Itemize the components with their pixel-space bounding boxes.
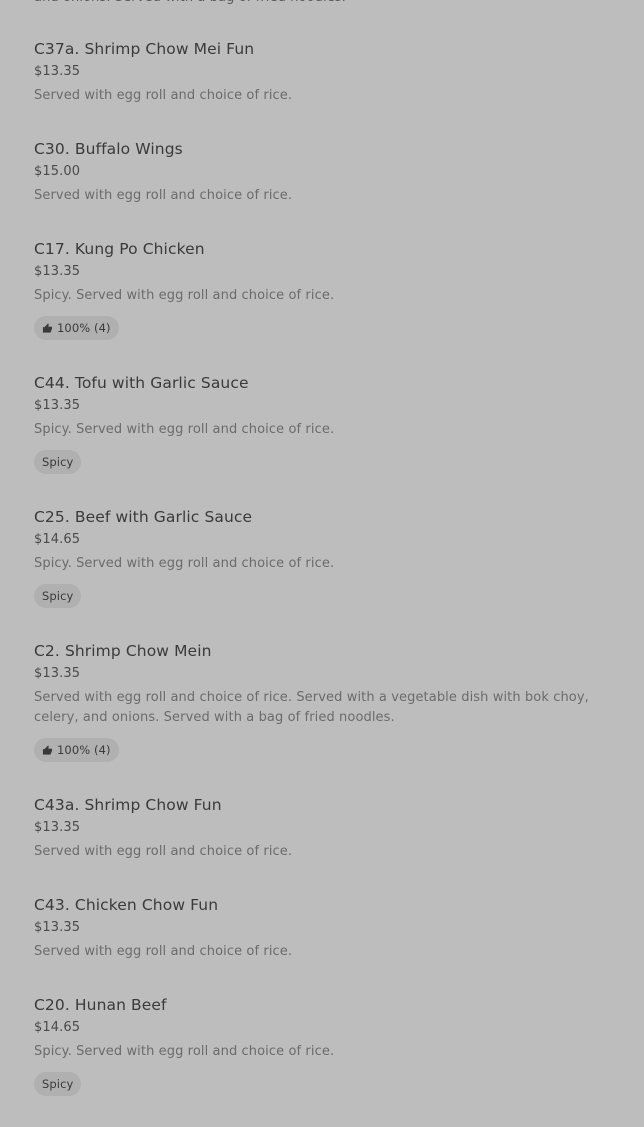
rating-badge: 100% (4)	[34, 738, 119, 762]
spicy-tag: Spicy	[34, 1072, 82, 1096]
item-name: C2. Shrimp Chow Mein	[34, 642, 212, 660]
item-name: C30. Buffalo Wings	[34, 140, 183, 158]
item-description: Spicy. Served with egg roll and choice o…	[34, 1044, 335, 1059]
menu-item-list: and onions. Served with a bag of fried n…	[34, 0, 614, 1127]
menu-item[interactable]: C20. Hunan Beef $14.65 Spicy. Served with …	[34, 993, 614, 1127]
badge-label: 100% (4)	[57, 321, 111, 335]
menu-item[interactable]: C2. Shrimp Chow Mein $13.35 Served with eg…	[34, 639, 614, 793]
item-price: $15.00	[34, 164, 81, 179]
item-description: Served with egg roll and choice of rice.	[34, 844, 293, 859]
item-description: Served with egg roll and choice of rice.	[34, 944, 293, 959]
thumbs-up-icon	[42, 322, 53, 334]
item-price: $13.35	[34, 820, 81, 835]
item-description: Spicy. Served with egg roll and choice o…	[34, 288, 335, 303]
item-description: Spicy. Served with egg roll and choice o…	[34, 422, 335, 437]
menu-item[interactable]: C43. Chicken Chow Fun $13.35 Served with e…	[34, 893, 614, 993]
item-name: C20. Hunan Beef	[34, 996, 167, 1014]
item-price: $14.65	[34, 532, 81, 547]
item-price: $13.35	[34, 264, 81, 279]
spicy-tag: Spicy	[34, 584, 82, 608]
menu-item[interactable]: C43a. Shrimp Chow Fun $13.35 Served with e…	[34, 793, 614, 893]
item-description: Served with egg roll and choice of rice.…	[34, 690, 589, 725]
item-name: C17. Kung Po Chicken	[34, 240, 205, 258]
item-price: $13.35	[34, 398, 81, 413]
badge-label: Spicy	[42, 455, 74, 469]
menu-item[interactable]: C17. Kung Po Chicken $13.35 Spicy. Served …	[34, 237, 614, 371]
item-description: Served with egg roll and choice of rice.	[34, 188, 293, 203]
rating-badge: 100% (4)	[34, 316, 119, 340]
item-price: $13.35	[34, 666, 81, 681]
menu-item[interactable]: C44. Tofu with Garlic Sauce $13.35 Spicy. …	[34, 371, 614, 505]
item-description-partial: and onions. Served with a bag of fried n…	[34, 0, 614, 8]
badge-label: 100% (4)	[57, 743, 111, 757]
item-name: C43. Chicken Chow Fun	[34, 896, 219, 914]
badge-label: Spicy	[42, 589, 74, 603]
item-description: Served with egg roll and choice of rice.	[34, 88, 293, 103]
item-name: C43a. Shrimp Chow Fun	[34, 796, 222, 814]
item-name: C44. Tofu with Garlic Sauce	[34, 374, 249, 392]
item-price: $14.65	[34, 1020, 81, 1035]
item-name: C37a. Shrimp Chow Mei Fun	[34, 40, 255, 58]
item-price: $13.35	[34, 64, 81, 79]
menu-item[interactable]: C37a. Shrimp Chow Mei Fun $13.35 Served wi…	[34, 37, 614, 137]
item-description: Spicy. Served with egg roll and choice o…	[34, 556, 335, 571]
item-price: $13.35	[34, 920, 81, 935]
spicy-tag: Spicy	[34, 450, 82, 474]
badge-label: Spicy	[42, 1077, 74, 1091]
item-name: C25. Beef with Garlic Sauce	[34, 508, 253, 526]
menu-item[interactable]: C25. Beef with Garlic Sauce $14.65 Spicy. …	[34, 505, 614, 639]
menu-item[interactable]: C30. Buffalo Wings $15.00 Served with egg …	[34, 137, 614, 237]
thumbs-up-icon	[42, 744, 53, 756]
